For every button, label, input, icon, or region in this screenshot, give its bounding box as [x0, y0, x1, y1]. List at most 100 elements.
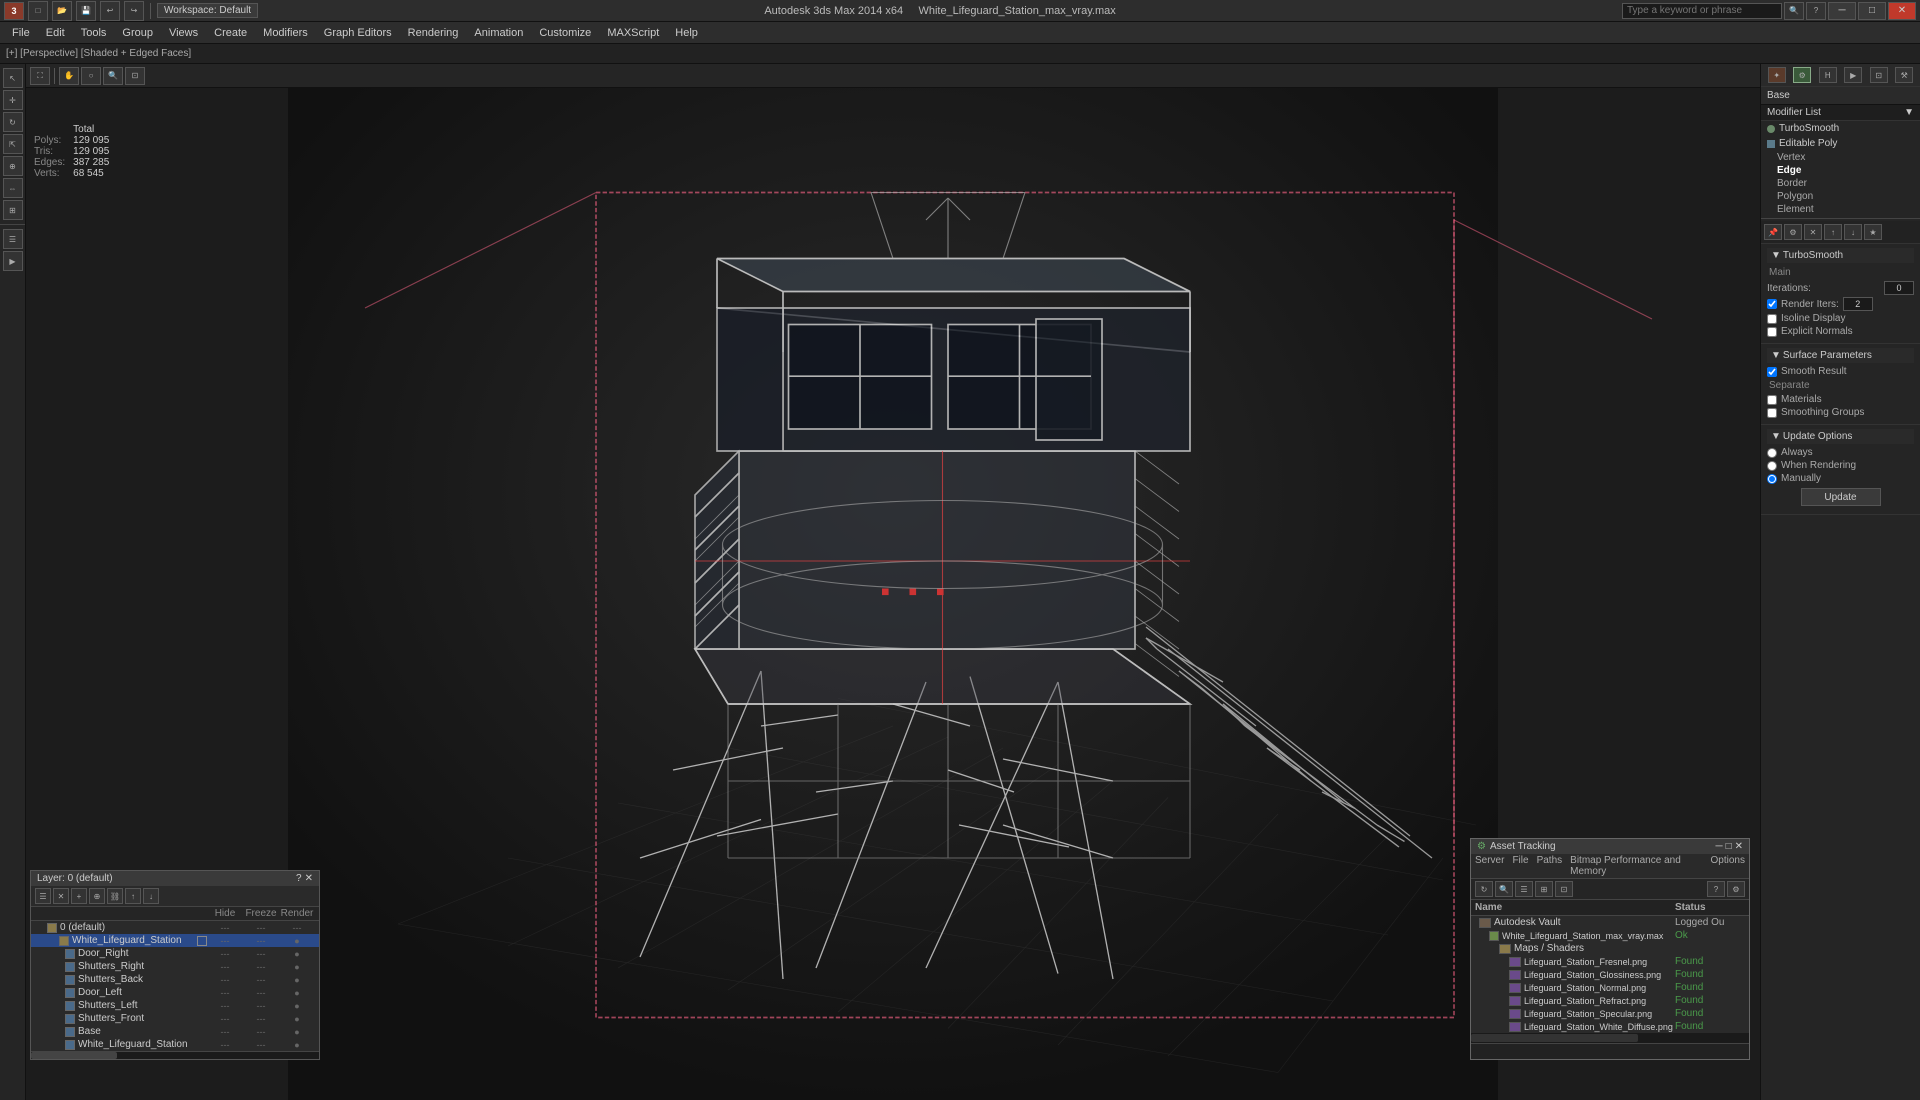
menu-help[interactable]: Help — [667, 25, 706, 41]
asset-minimize-btn[interactable]: ─ — [1715, 841, 1722, 852]
asset-panel-header[interactable]: ⚙ Asset Tracking ─ □ ✕ — [1471, 839, 1749, 854]
modifier-border[interactable]: Border — [1761, 177, 1920, 190]
render-iters-checkbox[interactable] — [1767, 299, 1777, 309]
redo-button[interactable]: ↪ — [124, 1, 144, 21]
configure-icon[interactable]: ⚙ — [1784, 224, 1802, 240]
orbit-icon[interactable]: ○ — [81, 67, 101, 85]
menu-create[interactable]: Create — [206, 25, 255, 41]
asset-grid-btn[interactable]: ⊞ — [1535, 881, 1553, 897]
asset-menu-paths[interactable]: Paths — [1537, 855, 1563, 877]
menu-tools[interactable]: Tools — [73, 25, 115, 41]
align-tool[interactable]: ⊞ — [3, 200, 23, 220]
asset-refresh-btn[interactable]: ↻ — [1475, 881, 1493, 897]
layer-panel-header[interactable]: Layer: 0 (default) ? ✕ — [31, 871, 319, 886]
help-icon[interactable]: ? — [1806, 2, 1826, 20]
zoom-icon[interactable]: 🔍 — [103, 67, 123, 85]
new-button[interactable]: □ — [28, 1, 48, 21]
when-rendering-radio[interactable] — [1767, 461, 1777, 471]
asset-menu-options[interactable]: Options — [1711, 855, 1745, 877]
asset-expand-btn[interactable]: ⊡ — [1555, 881, 1573, 897]
display-tab-icon[interactable]: ⊡ — [1870, 67, 1888, 83]
utility-tab-icon[interactable]: ⚒ — [1895, 67, 1913, 83]
menu-views[interactable]: Views — [161, 25, 206, 41]
layer-delete-btn[interactable]: ✕ — [53, 888, 69, 904]
surface-params-header[interactable]: ▼ Surface Parameters — [1767, 348, 1914, 363]
search-icon[interactable]: 🔍 — [1784, 2, 1804, 20]
layer-row-wls[interactable]: White_Lifeguard_Station --- --- ● — [31, 1038, 319, 1051]
layer-row-default[interactable]: 0 (default) --- --- --- — [31, 921, 319, 934]
workspace-dropdown[interactable]: Workspace: Default — [157, 3, 258, 18]
update-button[interactable]: Update — [1801, 488, 1881, 506]
layer-obj-btn[interactable]: ↓ — [143, 888, 159, 904]
asset-row-refract[interactable]: Lifeguard_Station_Refract.png Found — [1471, 994, 1749, 1007]
maximize-button[interactable]: □ — [1858, 2, 1886, 20]
save-button[interactable]: 💾 — [76, 1, 96, 21]
modifier-turbosmoothitem[interactable]: TurboSmooth — [1761, 121, 1920, 136]
move-tool[interactable]: ✛ — [3, 90, 23, 110]
layer-row-station[interactable]: White_Lifeguard_Station --- --- ● — [31, 934, 319, 947]
pan-icon[interactable]: ✋ — [59, 67, 79, 85]
explicit-normals-checkbox[interactable] — [1767, 327, 1777, 337]
create-tab-icon[interactable]: ✦ — [1768, 67, 1786, 83]
manually-radio[interactable] — [1767, 474, 1777, 484]
asset-find-btn[interactable]: 🔍 — [1495, 881, 1513, 897]
layer-unlink-btn[interactable]: ↑ — [125, 888, 141, 904]
search-input[interactable] — [1622, 3, 1782, 19]
menu-modifiers[interactable]: Modifiers — [255, 25, 316, 41]
modifier-element[interactable]: Element — [1761, 203, 1920, 216]
asset-row-maxfile[interactable]: White_Lifeguard_Station_max_vray.max Ok — [1471, 929, 1749, 942]
layer-add-btn[interactable]: + — [71, 888, 87, 904]
close-button[interactable]: ✕ — [1888, 2, 1916, 20]
asset-menu-bitmap[interactable]: Bitmap Performance and Memory — [1570, 855, 1702, 877]
delete-mod-icon[interactable]: ✕ — [1804, 224, 1822, 240]
menu-graph-editors[interactable]: Graph Editors — [316, 25, 400, 41]
menu-customize[interactable]: Customize — [531, 25, 599, 41]
asset-list-btn[interactable]: ☰ — [1515, 881, 1533, 897]
menu-file[interactable]: File — [4, 25, 38, 41]
modifier-vertex[interactable]: Vertex — [1761, 151, 1920, 164]
layer-expand-btn[interactable]: ⊕ — [89, 888, 105, 904]
snap-tool[interactable]: ⊕ — [3, 156, 23, 176]
menu-edit[interactable]: Edit — [38, 25, 73, 41]
layer-link-btn[interactable]: ⛓ — [107, 888, 123, 904]
layer-row-door-left[interactable]: Door_Left --- --- ● — [31, 986, 319, 999]
asset-row-fresnel[interactable]: Lifeguard_Station_Fresnel.png Found — [1471, 955, 1749, 968]
smoothing-groups-checkbox[interactable] — [1767, 408, 1777, 418]
layer-row-door-right[interactable]: Door_Right --- --- ● — [31, 947, 319, 960]
update-options-header[interactable]: ▼ Update Options — [1767, 429, 1914, 444]
asset-horizontal-scrollbar[interactable] — [1471, 1033, 1749, 1043]
minimize-button[interactable]: ─ — [1828, 2, 1856, 20]
asset-close-btn[interactable]: ✕ — [1735, 841, 1743, 852]
layer-new-btn[interactable]: ☰ — [35, 888, 51, 904]
materials-checkbox[interactable] — [1767, 395, 1777, 405]
layer-row-base[interactable]: Base --- --- ● — [31, 1025, 319, 1038]
asset-row-specular[interactable]: Lifeguard_Station_Specular.png Found — [1471, 1007, 1749, 1020]
motion-tab-icon[interactable]: ▶ — [1844, 67, 1862, 83]
always-radio[interactable] — [1767, 448, 1777, 458]
render-tool[interactable]: ▶ — [3, 251, 23, 271]
modifier-polygon[interactable]: Polygon — [1761, 190, 1920, 203]
viewport-maximize-icon[interactable]: ⛶ — [30, 67, 50, 85]
asset-row-diffuse[interactable]: Lifeguard_Station_White_Diffuse.png Foun… — [1471, 1020, 1749, 1033]
asset-row-vault[interactable]: Autodesk Vault Logged Ou — [1471, 916, 1749, 929]
select-tool[interactable]: ↖ — [3, 68, 23, 88]
menu-group[interactable]: Group — [114, 25, 161, 41]
layer-scrollbar[interactable] — [31, 1051, 319, 1059]
asset-menu-file[interactable]: File — [1512, 855, 1528, 877]
hierarchy-tab-icon[interactable]: H — [1819, 67, 1837, 83]
layer-row-shutters-back[interactable]: Shutters_Back --- --- ● — [31, 973, 319, 986]
pin-icon[interactable]: 📌 — [1764, 224, 1782, 240]
menu-rendering[interactable]: Rendering — [400, 25, 467, 41]
move-up-icon[interactable]: ↑ — [1824, 224, 1842, 240]
modifier-list-header[interactable]: Modifier List ▼ — [1761, 105, 1920, 121]
render-iters-input[interactable] — [1843, 297, 1873, 311]
mirror-tool[interactable]: ⇔ — [3, 178, 23, 198]
layer-row-shutters-left[interactable]: Shutters_Left --- --- ● — [31, 999, 319, 1012]
layer-minimize-btn[interactable]: ? — [296, 873, 302, 884]
rotate-tool[interactable]: ↻ — [3, 112, 23, 132]
turbosmooth-header[interactable]: ▼ TurboSmooth — [1767, 248, 1914, 263]
layer-row-shutters-front[interactable]: Shutters_Front --- --- ● — [31, 1012, 319, 1025]
move-down-icon[interactable]: ↓ — [1844, 224, 1862, 240]
undo-button[interactable]: ↩ — [100, 1, 120, 21]
asset-settings-btn[interactable]: ⚙ — [1727, 881, 1745, 897]
